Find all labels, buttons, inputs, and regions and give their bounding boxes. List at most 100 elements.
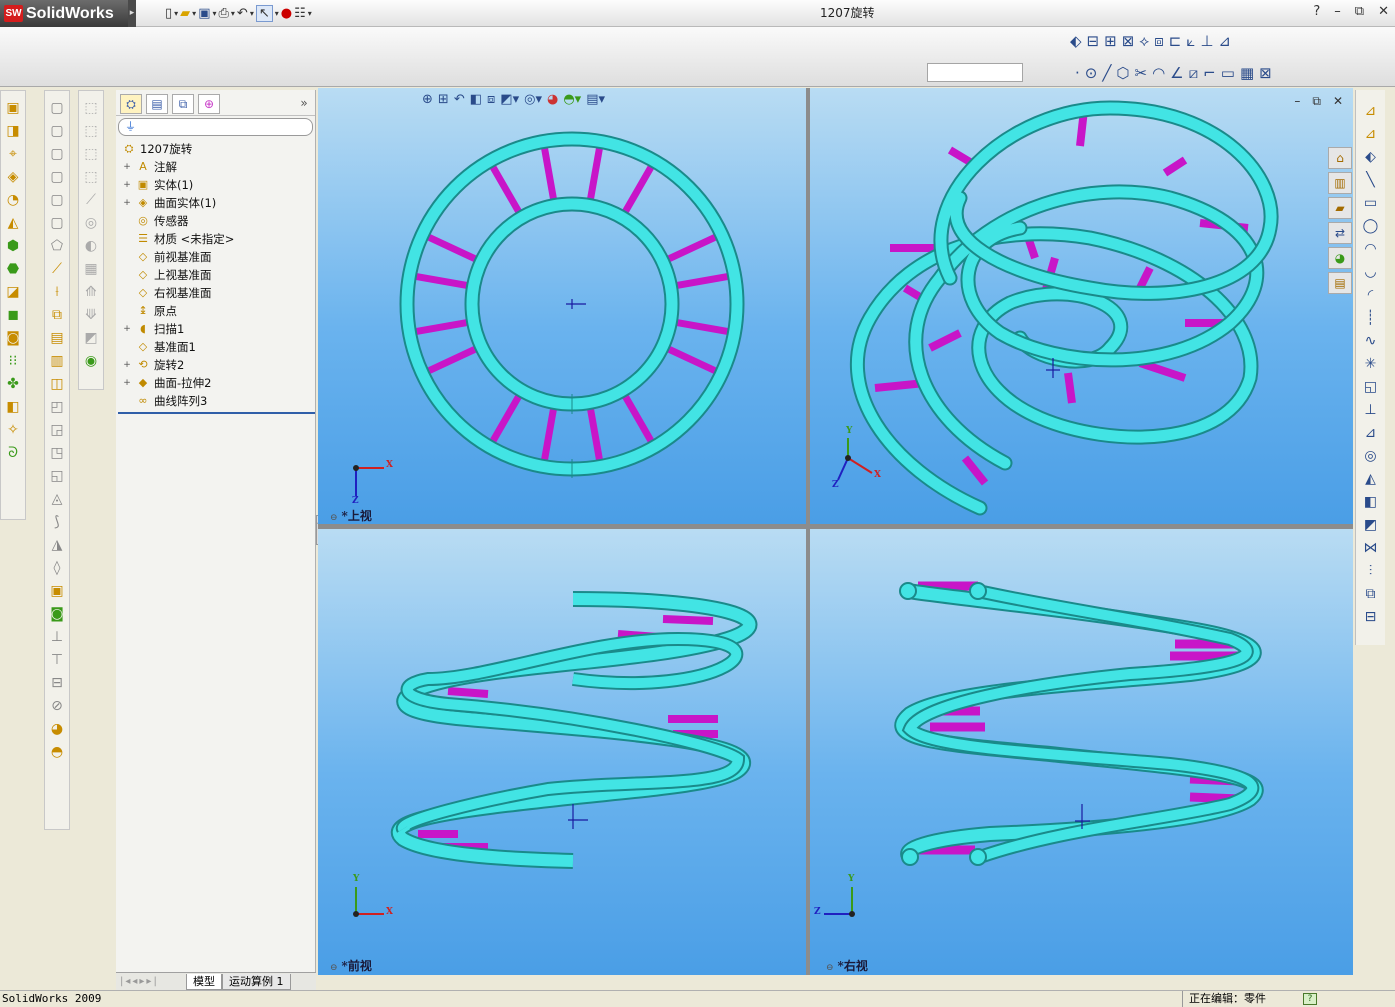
draft-icon[interactable]: ◪ <box>6 283 19 301</box>
print-icon[interactable]: ⎙ <box>219 6 229 21</box>
radiate-surface-icon[interactable]: ◬ <box>52 490 63 508</box>
tree-item[interactable]: + ◆ 曲面-拉伸2 <box>118 374 315 392</box>
design-library-icon[interactable]: ▥ <box>1328 172 1352 194</box>
hem-icon[interactable]: ⬚ <box>84 168 97 186</box>
horizontal-dimension-icon[interactable]: ⊟ <box>1087 32 1100 50</box>
relation-icon[interactable]: ⟡ <box>1139 32 1149 50</box>
sweep-icon[interactable]: ⌖ <box>9 145 17 163</box>
chamfer-icon[interactable]: ◭ <box>8 214 19 232</box>
save-icon[interactable]: ▣ <box>198 6 210 21</box>
trim-entities-icon[interactable]: ◭ <box>1365 470 1376 489</box>
add-relation-icon[interactable]: ⊟ <box>1365 608 1377 627</box>
tree-item[interactable]: ◇ 基准面1 <box>118 338 315 356</box>
status-help-icon[interactable]: ? <box>1303 993 1317 1005</box>
planar-surface-icon[interactable]: ⬠ <box>51 237 63 255</box>
freeform-icon[interactable]: ◓ <box>51 743 63 761</box>
close-icon[interactable]: ✕ <box>1378 4 1389 19</box>
offset-icon[interactable]: ⊏ <box>1169 32 1182 50</box>
undo-icon[interactable]: ↶ <box>237 6 248 21</box>
extend-entities-icon[interactable]: ◧ <box>1364 493 1377 512</box>
curves-icon[interactable]: ᘐ <box>8 444 18 462</box>
fill-surface-icon[interactable]: ⟋ <box>52 260 62 278</box>
minimize-icon[interactable]: – <box>1334 4 1341 19</box>
knit-surface-icon[interactable]: ▤ <box>50 329 63 347</box>
slot-icon[interactable]: ⧄ <box>1189 64 1199 82</box>
sketch-chamfer-icon[interactable]: ⊥ <box>1364 401 1376 420</box>
mirror-feature-icon[interactable]: ◧ <box>6 398 19 416</box>
revolve-boss-icon[interactable]: ◨ <box>6 122 19 140</box>
tree-item[interactable]: ◇ 上视基准面 <box>118 266 315 284</box>
options-icon[interactable]: ☷ <box>294 6 306 21</box>
circle-icon[interactable]: ⊙ <box>1085 64 1098 82</box>
tree-item[interactable]: + ⟲ 旋转2 <box>118 356 315 374</box>
chevron-down-icon[interactable]: ▾ <box>250 9 254 18</box>
extend-surface-icon[interactable]: ⟊ <box>55 283 59 301</box>
tree-item[interactable]: + ◈ 曲面实体(1) <box>118 194 315 212</box>
rip-icon[interactable]: ◩ <box>84 329 97 347</box>
tree-item[interactable]: + ▣ 实体(1) <box>118 176 315 194</box>
open-folder-icon[interactable]: ▰ <box>180 6 190 21</box>
convert-icon[interactable]: ⊿ <box>1218 32 1231 50</box>
solidworks-resources-icon[interactable]: ⌂ <box>1328 147 1352 169</box>
sketch-fillet-icon[interactable]: ◱ <box>1364 378 1377 397</box>
insert-bends-icon[interactable]: ◉ <box>85 352 97 370</box>
tangent-arc-icon[interactable]: ◡ <box>1364 263 1376 282</box>
ordinate-dimension-icon[interactable]: ⊠ <box>1122 32 1135 50</box>
boundary-surface-icon[interactable]: ▢ <box>50 191 63 209</box>
miter-flange-icon[interactable]: ⬚ <box>84 145 97 163</box>
move-icon[interactable]: ⊠ <box>1259 64 1272 82</box>
surface-sweep-icon[interactable]: ▢ <box>50 145 63 163</box>
rib-icon[interactable]: ⬢ <box>7 237 19 255</box>
edge-flange-icon[interactable]: ⬚ <box>84 122 97 140</box>
line-icon[interactable]: ╱ <box>1102 64 1111 82</box>
appearances-icon[interactable]: ◕ <box>1328 247 1352 269</box>
rebuild-traffic-light-icon[interactable]: ● <box>281 6 292 21</box>
three-point-arc-icon[interactable]: ◜ <box>1368 286 1373 305</box>
viewport-isometric[interactable]: – ⧉ ✕ Y X Z <box>810 88 1353 524</box>
rollback-bar[interactable] <box>118 412 315 414</box>
extend-icon[interactable]: ⊥ <box>1200 32 1213 50</box>
smart-dim-icon[interactable]: ⬖ <box>1365 148 1376 167</box>
menu-flyout-arrow-icon[interactable]: ▸ <box>128 0 136 27</box>
tree-item[interactable]: + A 注解 <box>118 158 315 176</box>
viewport-top[interactable]: ⊕ ⊞ ↶ ◧ ⧈ ◩▾ ◎▾ ◕ ◓▾ ▤▾ X Z ⊖ *上视 <box>318 88 806 524</box>
dimxpert-tab-icon[interactable]: ⊕ <box>198 94 220 114</box>
expand-toggle-icon[interactable]: + <box>122 198 132 208</box>
configuration-manager-tab-icon[interactable]: ⧉ <box>172 94 194 114</box>
split-entities-icon[interactable]: ◩ <box>1364 516 1377 535</box>
trim-entities-icon[interactable]: ✂ <box>1135 64 1148 82</box>
tree-item[interactable]: ◎ 传感器 <box>118 212 315 230</box>
expand-toggle-icon[interactable]: + <box>122 360 132 370</box>
cut-with-surface-icon[interactable]: ◫ <box>50 375 63 393</box>
linear-sketch-pattern-icon[interactable]: ⫶ <box>1369 562 1373 581</box>
circle-tool-icon[interactable]: ◯ <box>1363 217 1379 236</box>
chevron-down-icon[interactable]: ▾ <box>275 9 279 18</box>
ruled-surface-icon[interactable]: ⟆ <box>54 513 59 531</box>
sketch-icon[interactable]: ⊿ <box>1365 102 1377 121</box>
smart-dimension-icon[interactable]: ⬖ <box>1070 32 1082 50</box>
untrim-surface-icon[interactable]: ◱ <box>50 467 63 485</box>
replace-face-icon[interactable]: ◲ <box>50 421 63 439</box>
fillet-icon[interactable]: ◔ <box>7 191 19 209</box>
viewport-front[interactable]: Y X ⊖ *前视 <box>318 529 806 975</box>
vertical-dimension-icon[interactable]: ⊞ <box>1104 32 1117 50</box>
property-manager-tab-icon[interactable]: ▤ <box>146 94 168 114</box>
center-arc-icon[interactable]: ◠ <box>1364 240 1376 259</box>
offset-surface-icon[interactable]: ▢ <box>50 214 63 232</box>
feature-manager-tab-icon[interactable]: ⛭ <box>120 94 142 114</box>
help-button[interactable]: ? <box>1313 4 1320 19</box>
expand-panel-icon[interactable]: » <box>293 94 315 114</box>
move-face-icon[interactable]: ◳ <box>50 444 63 462</box>
tree-item[interactable]: ∞ 曲线阵列3 <box>118 392 315 410</box>
arc-icon[interactable]: ◠ <box>1152 64 1165 82</box>
surface-loft-icon[interactable]: ▢ <box>50 168 63 186</box>
tab-motion-study[interactable]: 运动算例 1 <box>222 973 291 990</box>
extrude-boss-icon[interactable]: ▣ <box>6 99 19 117</box>
graphics-area[interactable]: ⊕ ⊞ ↶ ◧ ⧈ ◩▾ ◎▾ ◕ ◓▾ ▤▾ X Z ⊖ *上视 – ⧉ ✕ … <box>318 88 1353 975</box>
viewport-right[interactable]: Y Z ⊖ *右视 <box>810 529 1353 975</box>
tree-item[interactable]: ◇ 右视基准面 <box>118 284 315 302</box>
tab-scroll-arrows[interactable]: |◂◂▸▸| <box>116 976 186 987</box>
loft-icon[interactable]: ◈ <box>8 168 19 186</box>
point-icon[interactable]: · <box>1075 64 1080 82</box>
dome-icon[interactable]: ◙ <box>6 329 20 347</box>
